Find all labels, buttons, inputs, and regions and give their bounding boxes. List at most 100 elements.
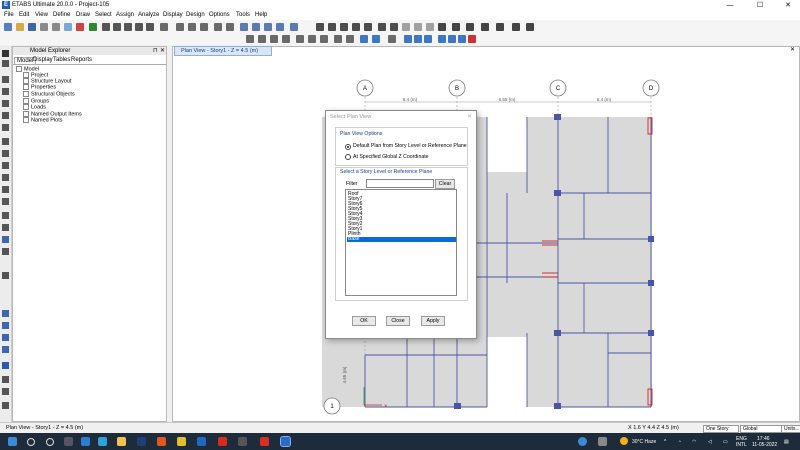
menu-display[interactable]: Display [163,12,183,18]
draw-joint-icon[interactable] [2,76,9,83]
snap-to-intersections-icon[interactable] [2,334,9,341]
draw-brace-icon[interactable] [414,35,422,43]
draw-beam-icon[interactable] [404,35,412,43]
reshape-icon[interactable] [2,60,9,67]
radio-global-z[interactable] [345,154,351,160]
snap-offset-icon[interactable] [2,402,9,409]
menu-edit[interactable]: Edit [19,12,29,18]
snap-grid-icon[interactable] [360,35,368,43]
coord-system-select[interactable]: Global [740,425,782,433]
tree-item-loads[interactable]: Loads [23,104,46,110]
people-icon[interactable] [598,437,607,446]
edge-icon[interactable] [98,437,107,446]
menu-draw[interactable]: Draw [76,12,90,18]
draw-area-icon[interactable] [2,138,9,145]
force-diagram-icon[interactable] [390,23,398,31]
ok-button[interactable]: OK [352,316,376,326]
tools-icon[interactable] [496,23,504,31]
lock-icon[interactable] [76,23,84,31]
snap-to-perpendicular-icon[interactable] [2,346,9,353]
snap-fine-icon[interactable] [372,35,380,43]
new-model-icon[interactable] [4,23,12,31]
radio-global-z-label[interactable]: At Specified Global Z Coordinate [353,154,429,160]
draw-rect-area-icon[interactable] [2,150,9,157]
story-mode-select[interactable]: One Story [703,425,739,433]
list-item-selected[interactable]: Base [347,237,456,242]
draw-column-icon[interactable] [424,35,432,43]
draw-line-icon[interactable] [2,88,9,95]
draw-column-tool-icon[interactable] [2,112,9,119]
language-indicator-sub[interactable]: INTL [736,442,747,448]
plan-drawing[interactable]: A B C D 1 6.4 (m) 6.55 (m) 6.4 (m) 4.65 … [172,55,799,421]
cortana-icon[interactable] [46,438,54,446]
set-3d-view-icon[interactable] [160,23,168,31]
snap-ends-icon[interactable] [308,35,316,43]
illustrator-icon[interactable] [157,437,166,446]
radio-default-plan[interactable] [345,144,351,150]
snap-intersect-icon[interactable] [320,35,328,43]
draw-tendon-icon[interactable] [2,212,9,219]
story-list[interactable]: Roof Story7 Story6 Story5 Story4 Story3 … [345,189,457,296]
explorer-close-icon[interactable]: ✕ [160,47,165,54]
units-button[interactable]: Units... [781,425,800,433]
perspective-icon[interactable] [276,23,284,31]
snap-to-joints-icon[interactable] [2,310,9,317]
start-icon[interactable] [8,437,17,446]
clock-date[interactable]: 11-05-2022 [752,442,777,448]
notifications-icon[interactable]: ▤ [784,439,789,445]
xy-view-icon[interactable] [246,35,254,43]
draw-frame-icon[interactable] [388,35,396,43]
snap-to-extensions-icon[interactable] [2,376,9,383]
select-window-icon[interactable] [316,23,324,31]
elevation-view-icon[interactable] [188,23,196,31]
draw-reference-point-icon[interactable] [2,248,9,255]
xz-view-icon[interactable] [258,35,266,43]
clear-selection-icon[interactable] [364,23,372,31]
autocad-icon[interactable] [218,437,227,446]
snap-perp-icon[interactable] [334,35,342,43]
set-display-icon[interactable] [290,23,298,31]
pan-icon[interactable] [146,23,154,31]
draw-dimension-icon[interactable] [2,236,9,243]
wifi-icon[interactable]: ◠ [692,439,696,445]
rotate-3d-icon[interactable] [200,23,208,31]
task-view-icon[interactable] [64,437,73,446]
minimize-button[interactable]: — [720,0,740,11]
design-icon[interactable] [402,23,410,31]
tree-item-properties[interactable]: Properties [23,84,56,90]
draw-wall-icon[interactable] [448,35,456,43]
draw-link-tool-icon[interactable] [2,198,9,205]
snap-parallel-icon[interactable] [2,388,9,395]
close-dialog-button[interactable]: Close [386,316,410,326]
quick-draw-icon[interactable] [2,100,9,107]
draw-opening-tool-icon[interactable] [2,186,9,193]
menu-view[interactable]: View [35,12,48,18]
menu-define[interactable]: Define [53,12,70,18]
plan-close-icon[interactable]: ✕ [790,46,795,53]
snap-icon[interactable] [512,23,520,31]
tree-item-structural-objects[interactable]: Structural Objects [23,91,75,97]
zoom-restore-icon[interactable] [135,23,143,31]
menu-options[interactable]: Options [209,12,230,18]
zoom-in-icon[interactable] [113,23,121,31]
etabs-taskbar-icon[interactable] [280,436,291,447]
pin-icon[interactable]: ⊓ [153,47,158,54]
refresh-icon[interactable] [64,23,72,31]
undo-icon[interactable] [40,23,48,31]
tree-item-named-plots[interactable]: Named Plots [23,117,63,123]
close-button[interactable]: ✕ [778,0,798,11]
menu-assign[interactable]: Assign [116,12,134,18]
maximize-button[interactable]: ☐ [750,0,770,11]
draw-brace-tool-icon[interactable] [2,124,9,131]
draw-section-cut-icon[interactable] [2,224,9,231]
align-icon[interactable] [481,23,489,31]
text-icon[interactable] [438,23,446,31]
help-icon[interactable] [578,437,587,446]
save-icon[interactable] [28,23,36,31]
draw-opening-icon[interactable] [458,35,466,43]
weather-text[interactable]: 30°C Haze [632,439,656,445]
extrude-icon[interactable] [264,23,272,31]
deselect-icon[interactable] [340,23,348,31]
volume-icon[interactable]: ◁ [708,439,712,445]
snap-to-midpoints-icon[interactable] [2,322,9,329]
